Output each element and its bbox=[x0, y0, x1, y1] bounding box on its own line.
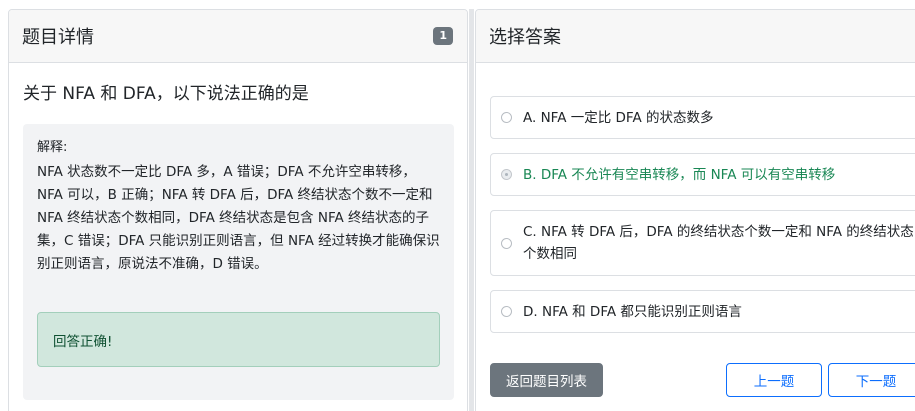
option-a-radio[interactable] bbox=[501, 112, 512, 123]
answer-title: 选择答案 bbox=[489, 27, 561, 48]
answer-card: 选择答案 A. NFA 一定比 DFA 的状态数多 B. DFA 不允许有空串转… bbox=[475, 9, 915, 411]
option-b-label: B. DFA 不允许有空串转移，而 NFA 可以有空串转移 bbox=[523, 166, 836, 183]
explanation-text: NFA 状态数不一定比 DFA 多，A 错误；DFA 不允许空串转移，NFA 可… bbox=[37, 164, 440, 272]
question-detail-card: 题目详情 1 关于 NFA 和 DFA，以下说法正确的是 解释: NFA 状态数… bbox=[8, 9, 468, 411]
question-text: 关于 NFA 和 DFA，以下说法正确的是 bbox=[23, 84, 309, 104]
explanation-title: 解释: bbox=[37, 140, 68, 155]
option-c-label: C. NFA 转 DFA 后，DFA 的终结状态个数一定和 NFA 的终结状态个… bbox=[523, 224, 914, 262]
answer-header: 选择答案 bbox=[476, 10, 915, 63]
question-detail-header: 题目详情 1 bbox=[9, 10, 467, 63]
question-number-badge: 1 bbox=[433, 27, 453, 45]
option-c[interactable]: C. NFA 转 DFA 后，DFA 的终结状态个数一定和 NFA 的终结状态个… bbox=[490, 210, 915, 276]
next-question-button[interactable]: 下一题 bbox=[828, 363, 915, 397]
option-d[interactable]: D. NFA 和 DFA 都只能识别正则语言 bbox=[490, 290, 915, 333]
question-detail-title: 题目详情 bbox=[22, 27, 94, 48]
option-c-radio[interactable] bbox=[501, 237, 512, 249]
option-b[interactable]: B. DFA 不允许有空串转移，而 NFA 可以有空串转移 bbox=[490, 153, 915, 196]
option-b-radio[interactable] bbox=[501, 169, 512, 180]
option-d-label: D. NFA 和 DFA 都只能识别正则语言 bbox=[523, 303, 742, 320]
previous-question-button[interactable]: 上一题 bbox=[726, 363, 822, 397]
quiz-page: 题目详情 1 关于 NFA 和 DFA，以下说法正确的是 解释: NFA 状态数… bbox=[0, 0, 915, 411]
option-d-radio[interactable] bbox=[501, 306, 512, 317]
panel-splitter[interactable] bbox=[469, 9, 474, 411]
result-alert: 回答正确! bbox=[37, 312, 440, 367]
option-a[interactable]: A. NFA 一定比 DFA 的状态数多 bbox=[490, 96, 915, 139]
back-to-list-button[interactable]: 返回题目列表 bbox=[490, 363, 603, 397]
explanation-box: 解释: NFA 状态数不一定比 DFA 多，A 错误；DFA 不允许空串转移，N… bbox=[23, 124, 454, 400]
option-a-label: A. NFA 一定比 DFA 的状态数多 bbox=[523, 109, 714, 126]
